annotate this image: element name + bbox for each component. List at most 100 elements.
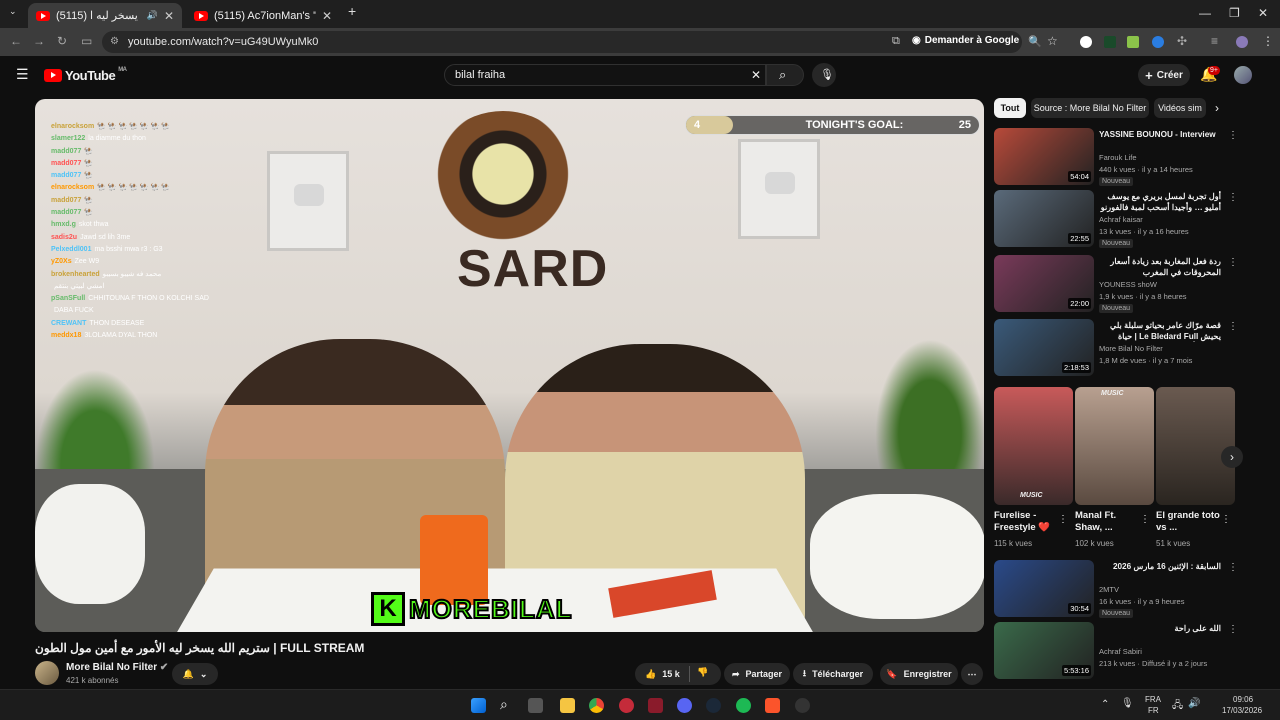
video-title[interactable]: السابقة : الإثنين 16 مارس 2026 (1099, 561, 1221, 572)
tray-mic-icon[interactable]: 🎙 (1121, 698, 1134, 709)
save-button[interactable]: 🔖 Enregistrer (880, 663, 958, 685)
more-icon[interactable]: ⋮ (1140, 514, 1150, 525)
youtube-logo[interactable]: YouTube MA (44, 67, 127, 83)
network-icon[interactable]: 🖧 (1172, 698, 1183, 715)
video-thumbnail[interactable]: 54:04 (994, 128, 1094, 185)
related-video-item[interactable]: 22:00 ردة فعل المغاربة بعد زيادة أسعار ال… (994, 255, 1240, 317)
video-channel[interactable]: 2MTV (1099, 585, 1119, 594)
video-thumbnail[interactable]: 22:00 (994, 255, 1094, 312)
media-control-icon[interactable]: ≡ (1211, 34, 1218, 48)
video-thumbnail[interactable]: 5:53:16 (994, 622, 1094, 679)
related-video-item[interactable]: 30:54 السابقة : الإثنين 16 مارس 2026 2MTV 1… (994, 560, 1240, 622)
video-title[interactable]: قصة مرّاك عامر بحياتو سلبلة بلي يحيش Le … (1099, 320, 1221, 342)
tab-active[interactable]: (5115) ستريم الله يسخر ليه ا 🔊 ✕ (28, 3, 182, 28)
video-channel[interactable]: Farouk Life (1099, 153, 1137, 162)
video-title[interactable]: YASSINE BOUNOU - Interview (1099, 129, 1221, 140)
shorts-next-button[interactable]: › (1221, 446, 1243, 468)
account-avatar[interactable] (1234, 66, 1252, 84)
search-button[interactable]: ⌕ (766, 64, 804, 86)
video-thumbnail[interactable]: 22:55 (994, 190, 1094, 247)
tray-chevron-icon[interactable]: ⌃ (1101, 699, 1109, 710)
short-title[interactable]: Manal Ft. Shaw, ... (1075, 510, 1139, 534)
ask-google-button[interactable]: ◉ Demander à Google (912, 35, 1019, 46)
video-title[interactable]: ردة فعل المغاربة بعد زيادة أسعار المحروق… (1099, 256, 1221, 278)
bookmark-star-icon[interactable]: ☆ (1047, 34, 1058, 48)
more-icon[interactable]: ⋮ (1228, 257, 1238, 268)
tab-close-icon[interactable]: ✕ (164, 9, 174, 23)
extensions-puzzle-icon[interactable]: ✣ (1177, 34, 1187, 48)
minimize-icon[interactable]: — (1199, 6, 1211, 20)
app-icon[interactable] (619, 698, 634, 713)
related-video-item[interactable]: 5:53:16 الله على راحة Achraf Sabiri 213 k v… (994, 622, 1240, 684)
windows-start-icon[interactable] (471, 698, 486, 713)
split-view-icon[interactable]: ▭ (81, 34, 92, 48)
zoom-icon[interactable]: 🔍 (1028, 35, 1042, 48)
related-video-item[interactable]: 54:04 YASSINE BOUNOU - Interview Farouk Li… (994, 128, 1240, 190)
short-title[interactable]: Furelise - Freestyle ❤️ (994, 510, 1058, 534)
video-thumbnail[interactable]: 2:18:53 (994, 319, 1094, 376)
extension-icon[interactable] (1127, 36, 1139, 48)
tab-close-icon[interactable]: ✕ (322, 9, 332, 23)
discord-icon[interactable] (677, 698, 692, 713)
back-icon[interactable]: ← (10, 34, 22, 48)
chrome-menu-icon[interactable]: ⋮ (1262, 34, 1274, 48)
chip-all[interactable]: Tout (994, 98, 1026, 118)
more-icon[interactable]: ⋮ (1228, 321, 1238, 332)
audio-icon[interactable]: 🔊 (147, 10, 158, 21)
spotify-icon[interactable] (736, 698, 751, 713)
clock-time[interactable]: 09:06 (1233, 695, 1253, 704)
address-bar[interactable]: ⚙ youtube.com/watch?v=uG49UWyuMk0 ⧉ ◉ De… (102, 31, 1042, 53)
download-button[interactable]: ⭳ Télécharger (793, 663, 873, 685)
site-info-icon[interactable]: ⚙ (110, 36, 119, 47)
language-indicator[interactable]: FRA (1145, 695, 1161, 704)
short-title[interactable]: El grande toto vs ... (1156, 510, 1220, 534)
chevron-right-icon[interactable]: › (1215, 101, 1219, 115)
file-explorer-icon[interactable] (560, 698, 575, 713)
extension-icon[interactable] (1152, 36, 1164, 48)
hamburger-menu-icon[interactable]: ☰ (16, 66, 29, 83)
short-thumbnail[interactable]: MUSIC (1075, 387, 1154, 505)
related-video-item[interactable]: 2:18:53 قصة مرّاك عامر بحياتو سلبلة بلي ي… (994, 319, 1240, 381)
notification-subscription-button[interactable]: 🔔 ⌄ (172, 663, 218, 685)
brave-icon[interactable] (765, 698, 780, 713)
new-tab-button[interactable]: + (348, 3, 356, 19)
video-channel[interactable]: Achraf kaisar (1099, 215, 1143, 224)
video-title[interactable]: أول تجربة لمسل بريري مع يوسف أمليو … وأج… (1099, 191, 1221, 213)
short-thumbnail[interactable] (1156, 387, 1235, 505)
task-view-icon[interactable] (528, 698, 543, 713)
search-input[interactable]: bilal fraiha ✕ (444, 64, 766, 86)
video-channel[interactable]: Achraf Sabiri (1099, 647, 1142, 656)
tab-search-icon[interactable]: ⌄ (9, 6, 17, 17)
more-actions-button[interactable]: ⋯ (961, 663, 983, 685)
forward-icon[interactable]: → (33, 34, 45, 48)
video-channel[interactable]: More Bilal No Filter (1099, 344, 1163, 353)
video-title[interactable]: الله على راحة (1099, 623, 1221, 634)
install-app-icon[interactable]: ⧉ (892, 35, 900, 48)
channel-avatar[interactable] (35, 661, 59, 685)
voice-search-button[interactable]: 🎙 (812, 63, 836, 87)
thumbs-down-icon[interactable]: 👎 (697, 667, 708, 678)
more-icon[interactable]: ⋮ (1228, 624, 1238, 635)
short-thumbnail[interactable]: MUSIC (994, 387, 1073, 505)
share-button[interactable]: ➦ Partager (724, 663, 790, 685)
profile-avatar[interactable] (1236, 36, 1248, 48)
more-icon[interactable]: ⋮ (1228, 192, 1238, 203)
search-icon[interactable]: ⌕ (500, 696, 508, 713)
window-close-icon[interactable]: ✕ (1258, 6, 1268, 20)
extension-icon[interactable] (1080, 36, 1092, 48)
chip-source[interactable]: Source : More Bilal No Filter (1031, 98, 1149, 118)
channel-name[interactable]: More Bilal No Filter ✔ (66, 662, 168, 673)
like-button[interactable]: 👍 15 k 👎 (635, 663, 721, 685)
video-channel[interactable]: YOUNESS shoW (1099, 280, 1157, 289)
create-button[interactable]: + Créer (1138, 64, 1190, 86)
more-icon[interactable]: ⋮ (1228, 562, 1238, 573)
chip-similar[interactable]: Vidéos sim (1154, 98, 1206, 118)
volume-icon[interactable]: 🔊 (1188, 698, 1200, 709)
app-icon[interactable] (795, 698, 810, 713)
clear-search-icon[interactable]: ✕ (751, 68, 761, 82)
extension-icon[interactable] (1104, 36, 1116, 48)
app-icon[interactable] (648, 698, 663, 713)
tab-inactive[interactable]: (5115) Ac7ionMan's "Sober" Jo ✕ (186, 3, 340, 28)
steam-icon[interactable] (706, 698, 721, 713)
more-icon[interactable]: ⋮ (1228, 130, 1238, 141)
